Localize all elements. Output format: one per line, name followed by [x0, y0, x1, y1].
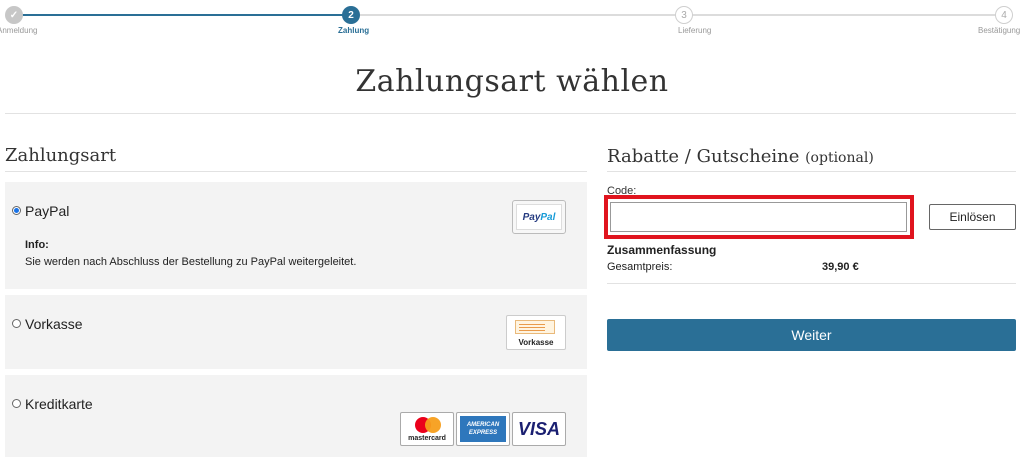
paypal-logo: Pay Pal — [512, 200, 566, 234]
step-4-label: Bestätigung — [978, 26, 1021, 35]
progress-line-done — [14, 14, 350, 16]
vorkasse-radio[interactable] — [12, 319, 21, 328]
paypal-label[interactable]: PayPal — [25, 203, 69, 219]
visa-logo: VISA — [512, 412, 566, 446]
creditcard-radio[interactable] — [12, 399, 21, 408]
payment-divider — [5, 171, 587, 172]
vorkasse-label[interactable]: Vorkasse — [25, 316, 83, 332]
mastercard-logo: mastercard — [400, 412, 454, 446]
discount-heading-text: Rabatte / Gutscheine — [607, 146, 800, 167]
step-4-circle: 4 — [995, 6, 1013, 24]
vorkasse-logo: Vorkasse — [506, 315, 566, 350]
amex-logo: AMERICAN EXPRESS — [456, 412, 510, 446]
voucher-code-input[interactable] — [610, 202, 907, 232]
paypal-logo-text-2: Pal — [540, 211, 556, 223]
step-1-label: Anmeldung — [0, 26, 38, 35]
step-2-circle: 2 — [342, 6, 360, 24]
visa-text: VISA — [517, 419, 560, 439]
paypal-info-text: Sie werden nach Abschluss der Bestellung… — [25, 256, 357, 268]
mastercard-orange-circle-icon — [425, 417, 441, 433]
bank-transfer-slip-icon — [515, 320, 555, 334]
redeem-button[interactable]: Einlösen — [929, 204, 1016, 230]
amex-text-1: AMERICAN — [466, 422, 500, 428]
creditcard-label[interactable]: Kreditkarte — [25, 396, 93, 412]
summary-divider — [607, 283, 1016, 284]
payment-option-paypal[interactable]: PayPal Pay Pal Info: Sie werden nach Absc… — [5, 182, 587, 289]
discount-heading: Rabatte / Gutscheine (optional) — [607, 146, 874, 167]
payment-heading: Zahlungsart — [5, 145, 117, 166]
amex-text-2: EXPRESS — [468, 430, 498, 436]
code-label: Code: — [607, 185, 637, 197]
step-3-circle: 3 — [675, 6, 693, 24]
paypal-logo-text-1: Pay — [522, 211, 541, 223]
vorkasse-logo-text: Vorkasse — [518, 338, 554, 347]
total-value: 39,90 € — [822, 261, 859, 273]
step-2-label: Zahlung — [338, 26, 370, 35]
discount-divider — [607, 171, 1016, 172]
total-label: Gesamtpreis: — [607, 261, 673, 273]
checkout-progress: ✓ Anmeldung 2 Zahlung 3 Lieferung 4 Best… — [0, 0, 1024, 40]
step-3-label: Lieferung — [678, 26, 712, 35]
next-button[interactable]: Weiter — [607, 319, 1016, 351]
paypal-radio[interactable] — [12, 206, 21, 215]
payment-option-vorkasse[interactable]: Vorkasse Vorkasse — [5, 295, 587, 369]
discount-optional-text: (optional) — [805, 150, 874, 166]
summary-heading: Zusammenfassung — [607, 243, 717, 257]
paypal-info-heading: Info: — [25, 239, 49, 251]
title-divider — [5, 113, 1016, 114]
page-title: Zahlungsart wählen — [355, 64, 669, 99]
step-1-check-icon: ✓ — [5, 6, 23, 24]
mastercard-text: mastercard — [408, 435, 446, 442]
